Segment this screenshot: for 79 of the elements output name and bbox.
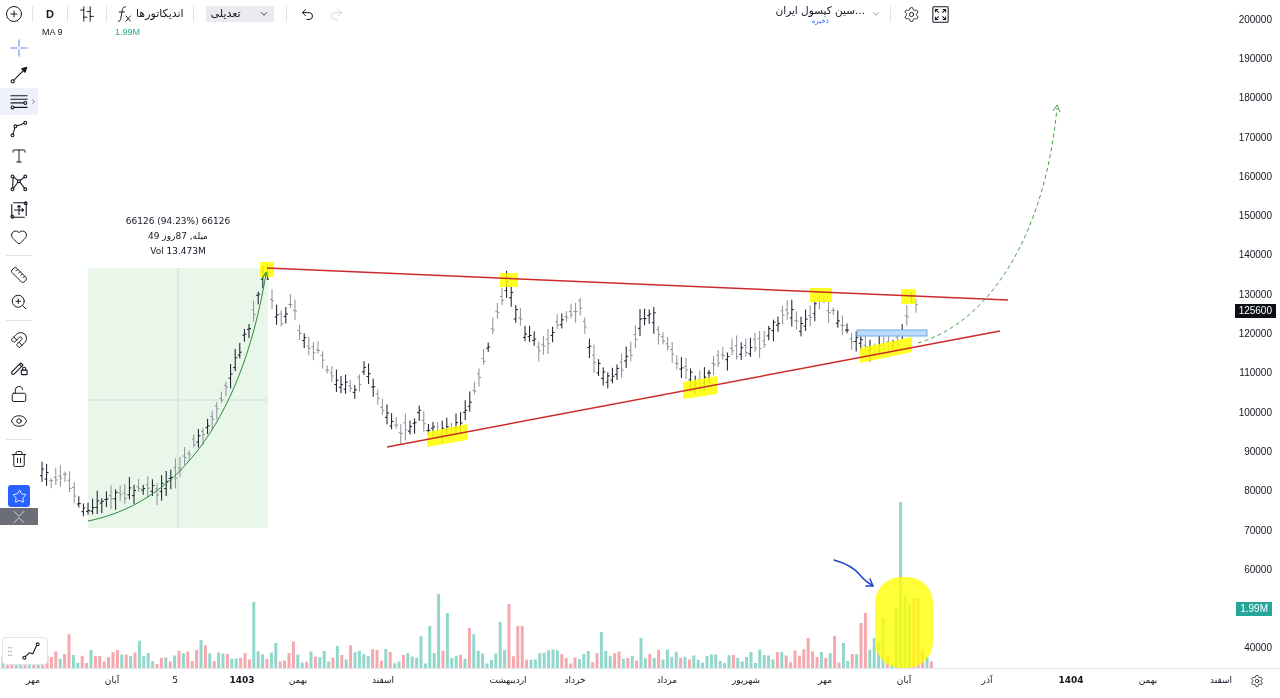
last-price-badge: 125600 (1234, 304, 1276, 318)
text-tool-icon (10, 146, 28, 165)
settings-icon (902, 5, 920, 23)
price-range-box (856, 329, 928, 337)
time-label: بهمن (1138, 674, 1158, 687)
symbol-name[interactable]: ...سین کپسول ایران (775, 3, 865, 17)
fullscreen-icon (931, 5, 949, 23)
unlock-icon (10, 384, 28, 403)
parallel-lines-button[interactable] (0, 88, 38, 115)
fullscreen-button[interactable] (929, 3, 951, 25)
price-label: 60000 (1244, 563, 1272, 576)
highlight-mark (810, 288, 832, 302)
chevron-down-icon (258, 9, 269, 19)
price-label: 190000 (1238, 52, 1272, 65)
highlight-mark (683, 376, 717, 399)
price-label: 170000 (1238, 131, 1272, 144)
settings-icon (1250, 674, 1264, 688)
price-label: 180000 (1238, 92, 1272, 105)
add-icon (5, 5, 23, 23)
ruler-icon (10, 265, 28, 284)
trend-line-icon (10, 65, 28, 84)
time-label: اردیبهشت (489, 674, 527, 687)
price-label: 80000 (1244, 485, 1272, 498)
pattern-icon (10, 173, 28, 192)
legend-value: 1.99M (115, 28, 140, 37)
function-icon (116, 6, 132, 22)
bar-chart-icon (79, 6, 95, 22)
highlight-mark (427, 424, 467, 447)
pointer-arrow (833, 559, 875, 587)
price-label: 120000 (1238, 328, 1272, 340)
time-label: بهمن (288, 674, 308, 687)
adjustment-select[interactable]: تعدیلی (205, 6, 274, 22)
legend-label: MA 9 (42, 28, 63, 37)
measure-text: میله, 87روز 49 (148, 230, 208, 243)
parallel-lines-icon (10, 92, 28, 111)
time-label: مرداد (656, 674, 678, 687)
price-label: 140000 (1238, 249, 1272, 262)
price-label: 90000 (1244, 445, 1272, 458)
price-label: 70000 (1244, 524, 1272, 537)
zoom-in-icon (10, 292, 28, 311)
price-label: 110000 (1239, 367, 1272, 380)
star-icon (11, 488, 27, 504)
crosshair-icon (10, 38, 28, 57)
path-icon (10, 119, 28, 138)
price-label: 150000 (1238, 210, 1272, 223)
trash-icon (10, 449, 28, 468)
favorites-button[interactable] (8, 485, 30, 507)
time-label: خرداد (564, 674, 586, 687)
time-label: مهر (26, 674, 40, 687)
indicators-button[interactable]: اندیکاتورها (111, 3, 189, 25)
time-label: اسفند (1210, 674, 1232, 687)
time-label: شهریور (731, 674, 761, 687)
time-label: 1404 (1058, 674, 1084, 687)
move-box-icon (10, 200, 28, 219)
heart-icon (10, 227, 28, 246)
price-label: 130000 (1238, 288, 1272, 301)
trend-line-icon (22, 642, 40, 660)
volume-badge: 1.99M (1236, 602, 1272, 617)
time-label: مهر (818, 674, 832, 687)
price-label: 160000 (1238, 170, 1272, 183)
measure-text: 66126 (94.23%) 66126 (125, 215, 231, 228)
collapse-icon (12, 509, 26, 524)
time-label: آذر (981, 674, 993, 687)
interval-button[interactable]: D (37, 3, 63, 25)
time-label: آبان (896, 674, 912, 687)
magnet-icon (10, 330, 28, 349)
time-label: آبان (104, 674, 120, 687)
price-label: 100000 (1238, 406, 1272, 419)
highlight-mark (860, 337, 912, 363)
time-label: 1403 (229, 674, 255, 687)
price-label: 40000 (1244, 642, 1272, 655)
measure-text: Vol 13.473M (150, 245, 206, 258)
time-label: 5 (172, 674, 178, 687)
chevron-right-icon (30, 98, 37, 105)
trend-line-button[interactable] (21, 641, 41, 661)
highlight-mark (500, 273, 518, 287)
time-label: اسفند (372, 674, 394, 687)
settings-button[interactable] (1249, 673, 1265, 689)
price-label: 200000 (1238, 13, 1272, 26)
